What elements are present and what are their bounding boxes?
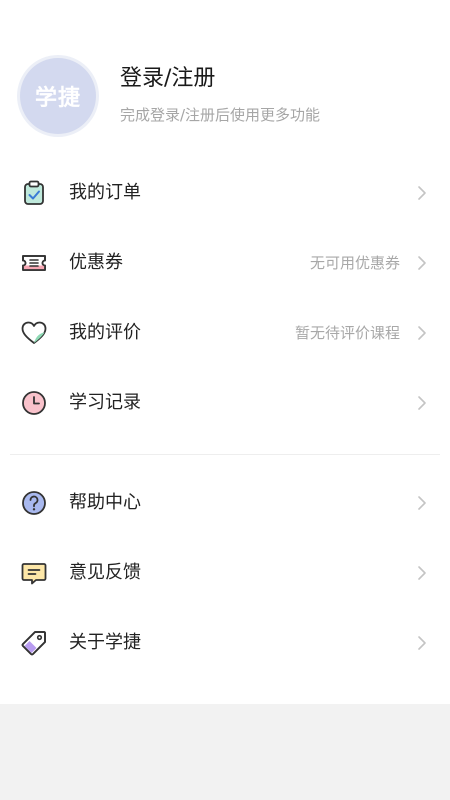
- menu-item-label: 意见反馈: [69, 562, 141, 583]
- menu-item-orders[interactable]: 我的订单: [0, 158, 450, 228]
- chevron-right-icon: [418, 326, 426, 340]
- menu-item-label: 我的评价: [69, 322, 141, 343]
- menu-item-label: 帮助中心: [69, 492, 141, 513]
- chevron-right-icon: [418, 636, 426, 650]
- help-icon: [22, 491, 46, 515]
- chevron-right-icon: [418, 396, 426, 410]
- bottom-background: [0, 704, 450, 800]
- tag-icon: [21, 631, 46, 656]
- clock-icon: [22, 391, 46, 415]
- login-header[interactable]: 学捷 登录/注册 完成登录/注册后使用更多功能: [0, 40, 450, 152]
- chevron-right-icon: [418, 186, 426, 200]
- login-register-title[interactable]: 登录/注册: [120, 66, 215, 92]
- avatar[interactable]: 学捷: [20, 58, 96, 134]
- menu-item-about[interactable]: 关于学捷: [0, 608, 450, 678]
- chevron-right-icon: [418, 256, 426, 270]
- menu-item-label: 优惠券: [69, 252, 123, 273]
- menu-item-hint: 暂无待评价课程: [294, 324, 400, 342]
- menu-item-learning-history[interactable]: 学习记录: [0, 368, 450, 438]
- chevron-right-icon: [418, 566, 426, 580]
- menu-item-label: 我的订单: [69, 182, 141, 203]
- menu-group-support: 帮助中心 意见反馈 关于学捷: [0, 468, 450, 678]
- chevron-right-icon: [418, 496, 426, 510]
- menu-item-label: 学习记录: [69, 392, 141, 413]
- menu-group-account: 我的订单 优惠券 无可用优惠券 我的评价 暂无待评价课程 学习记录: [0, 158, 450, 438]
- profile-screen: 学捷 登录/注册 完成登录/注册后使用更多功能 我的订单 优惠券 无可用优惠券 …: [0, 0, 450, 800]
- menu-item-label: 关于学捷: [69, 632, 141, 653]
- menu-item-help-center[interactable]: 帮助中心: [0, 468, 450, 538]
- feedback-icon: [21, 563, 47, 585]
- menu-item-reviews[interactable]: 我的评价 暂无待评价课程: [0, 298, 450, 368]
- section-divider: [10, 454, 440, 455]
- menu-item-hint: 无可用优惠券: [309, 254, 400, 272]
- menu-item-feedback[interactable]: 意见反馈: [0, 538, 450, 608]
- ticket-icon: [22, 255, 46, 271]
- clipboard-icon: [24, 180, 44, 205]
- login-register-subtitle: 完成登录/注册后使用更多功能: [120, 106, 321, 124]
- heart-icon: [21, 321, 47, 344]
- menu-item-coupons[interactable]: 优惠券 无可用优惠券: [0, 228, 450, 298]
